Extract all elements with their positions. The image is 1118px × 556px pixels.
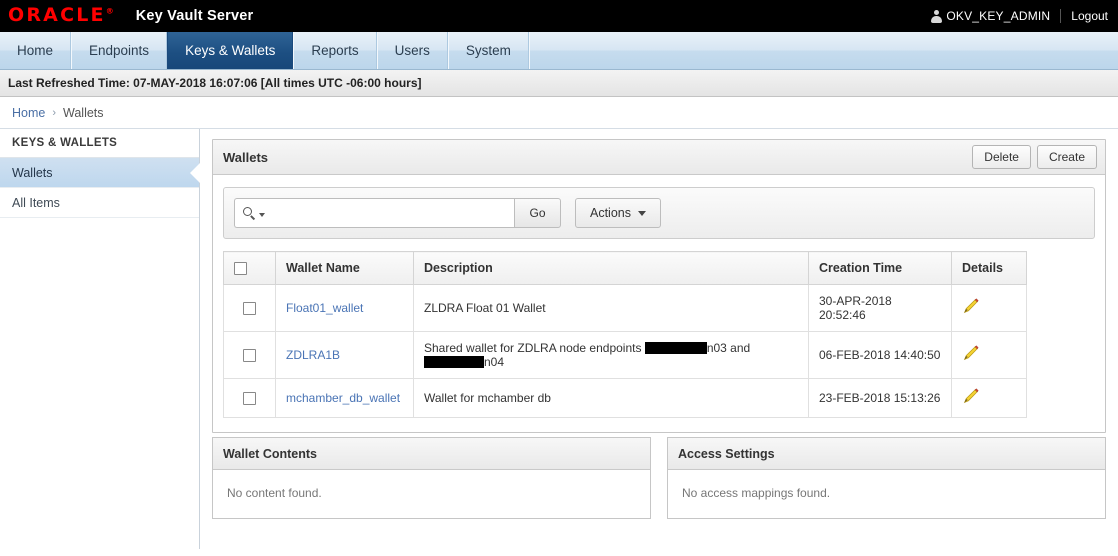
details-cell bbox=[951, 378, 1027, 419]
wallets-region-header: Wallets Delete Create bbox=[213, 140, 1105, 175]
top-bar-right: OKV_KEY_ADMIN Logout bbox=[931, 0, 1108, 32]
access-settings-empty-message: No access mappings found. bbox=[682, 486, 831, 501]
description-cell: Shared wallet for ZDLRA node endpoints n… bbox=[413, 331, 809, 380]
creation-time-cell: 30-APR-2018 20:52:46 bbox=[808, 284, 952, 333]
sidebar-item-label: All Items bbox=[12, 195, 60, 210]
search-field[interactable] bbox=[234, 198, 514, 228]
sidebar-item-all-items[interactable]: All Items bbox=[0, 188, 199, 218]
row-select-cell bbox=[223, 331, 276, 380]
description-cell: ZLDRA Float 01 Wallet bbox=[413, 284, 809, 333]
oracle-logo: ORACLE® bbox=[8, 3, 114, 26]
pencil-icon[interactable] bbox=[962, 388, 979, 405]
details-cell bbox=[951, 284, 1027, 333]
main-navigation: Home Endpoints Keys & Wallets Reports Us… bbox=[0, 32, 1118, 70]
logout-button[interactable]: Logout bbox=[1061, 9, 1108, 23]
actions-button-label: Actions bbox=[590, 206, 631, 220]
oracle-logo-registered-mark: ® bbox=[105, 6, 114, 16]
wallet-name-link[interactable]: Float01_wallet bbox=[286, 301, 363, 315]
sidebar: KEYS & WALLETS Wallets All Items bbox=[0, 129, 200, 549]
wallet-name-link[interactable]: ZDLRA1B bbox=[286, 348, 340, 362]
access-settings-panel: Access Settings No access mappings found… bbox=[667, 437, 1106, 520]
go-button[interactable]: Go bbox=[514, 198, 561, 228]
table-row: ZDLRA1B Shared wallet for ZDLRA node endp… bbox=[223, 331, 1027, 380]
oracle-logo-text: ORACLE bbox=[8, 3, 106, 26]
creation-time-cell: 06-FEB-2018 14:40:50 bbox=[808, 331, 952, 380]
tab-keys-and-wallets[interactable]: Keys & Wallets bbox=[167, 32, 294, 69]
wallets-region: Wallets Delete Create Go Actions Wallet … bbox=[212, 139, 1106, 434]
breadcrumb: Home › Wallets bbox=[0, 97, 1118, 128]
search-group: Go bbox=[234, 198, 561, 228]
content-area: Wallets Delete Create Go Actions Wallet … bbox=[200, 129, 1118, 549]
search-input[interactable] bbox=[265, 200, 514, 226]
app-window: ORACLE® Key Vault Server OKV_KEY_ADMIN L… bbox=[0, 0, 1118, 556]
row-checkbox[interactable] bbox=[243, 302, 256, 316]
app-title: Key Vault Server bbox=[135, 8, 254, 24]
redaction-block bbox=[424, 356, 484, 369]
column-header-creation-time[interactable]: Creation Time bbox=[808, 250, 952, 286]
table-row: Float01_wallet ZLDRA Float 01 Wallet 30-AP… bbox=[223, 284, 1027, 333]
details-cell bbox=[951, 331, 1027, 380]
body-wrapper: KEYS & WALLETS Wallets All Items Wallets… bbox=[0, 128, 1118, 549]
delete-button[interactable]: Delete bbox=[972, 144, 1031, 170]
user-icon bbox=[931, 9, 943, 23]
create-button[interactable]: Create bbox=[1036, 144, 1097, 170]
chevron-down-icon bbox=[638, 210, 646, 216]
wallets-table-wrapper: Wallet Name Description Creation Time De… bbox=[213, 250, 1105, 432]
row-checkbox[interactable] bbox=[243, 349, 256, 363]
search-toolbar: Go Actions bbox=[223, 187, 1095, 239]
tab-reports[interactable]: Reports bbox=[293, 32, 377, 69]
wallet-contents-panel: Wallet Contents No content found. bbox=[212, 437, 651, 520]
wallets-table-head: Wallet Name Description Creation Time De… bbox=[223, 250, 1027, 286]
top-bar: ORACLE® Key Vault Server OKV_KEY_ADMIN L… bbox=[0, 0, 1118, 32]
current-user[interactable]: OKV_KEY_ADMIN bbox=[931, 9, 1062, 23]
nav-filler bbox=[528, 32, 1118, 69]
tab-home[interactable]: Home bbox=[0, 32, 72, 69]
actions-button[interactable]: Actions bbox=[575, 198, 661, 228]
pencil-icon[interactable] bbox=[962, 345, 979, 362]
redaction-block bbox=[644, 342, 707, 355]
tab-users[interactable]: Users bbox=[376, 32, 448, 69]
sidebar-header: KEYS & WALLETS bbox=[0, 129, 199, 158]
breadcrumb-current: Wallets bbox=[63, 105, 104, 120]
select-all-checkbox[interactable] bbox=[234, 262, 247, 276]
last-refreshed-bar: Last Refreshed Time: 07-MAY-2018 16:07:0… bbox=[0, 70, 1118, 97]
row-select-cell bbox=[223, 284, 276, 333]
page-title: Wallets bbox=[223, 149, 269, 165]
wallets-table-body: Float01_wallet ZLDRA Float 01 Wallet 30-AP… bbox=[223, 284, 1027, 419]
wallet-contents-empty-message: No content found. bbox=[227, 486, 322, 501]
row-select-cell bbox=[223, 378, 276, 419]
table-header-row: Wallet Name Description Creation Time De… bbox=[223, 250, 1027, 286]
creation-time-cell: 23-FEB-2018 15:13:26 bbox=[808, 378, 952, 419]
wallet-name-cell: ZDLRA1B bbox=[275, 331, 414, 380]
description-cell: Wallet for mchamber db bbox=[413, 378, 809, 419]
wallet-contents-title: Wallet Contents bbox=[213, 438, 650, 471]
column-header-details[interactable]: Details bbox=[951, 250, 1027, 286]
user-name-label: OKV_KEY_ADMIN bbox=[946, 9, 1051, 23]
table-row: mchamber_db_wallet Wallet for mchamber db… bbox=[223, 378, 1027, 419]
column-header-select-all bbox=[223, 250, 276, 286]
breadcrumb-separator-icon: › bbox=[52, 106, 57, 119]
sidebar-item-wallets[interactable]: Wallets bbox=[0, 158, 199, 188]
wallet-name-link[interactable]: mchamber_db_wallet bbox=[286, 391, 400, 405]
pencil-icon[interactable] bbox=[962, 298, 979, 315]
column-header-description[interactable]: Description bbox=[413, 250, 809, 286]
access-settings-title: Access Settings bbox=[668, 438, 1105, 471]
search-toolbar-outer: Go Actions bbox=[213, 175, 1105, 251]
sidebar-item-label: Wallets bbox=[12, 165, 53, 180]
bottom-panels-row: Wallet Contents No content found. Access… bbox=[212, 433, 1106, 520]
wallet-name-cell: mchamber_db_wallet bbox=[275, 378, 414, 419]
tab-system[interactable]: System bbox=[447, 32, 529, 69]
column-header-wallet-name[interactable]: Wallet Name bbox=[275, 250, 414, 286]
search-icon bbox=[243, 206, 256, 220]
wallets-table: Wallet Name Description Creation Time De… bbox=[223, 250, 1027, 419]
tab-endpoints[interactable]: Endpoints bbox=[71, 32, 168, 69]
row-checkbox[interactable] bbox=[243, 392, 256, 406]
breadcrumb-home[interactable]: Home bbox=[12, 106, 45, 120]
wallet-name-cell: Float01_wallet bbox=[275, 284, 414, 333]
